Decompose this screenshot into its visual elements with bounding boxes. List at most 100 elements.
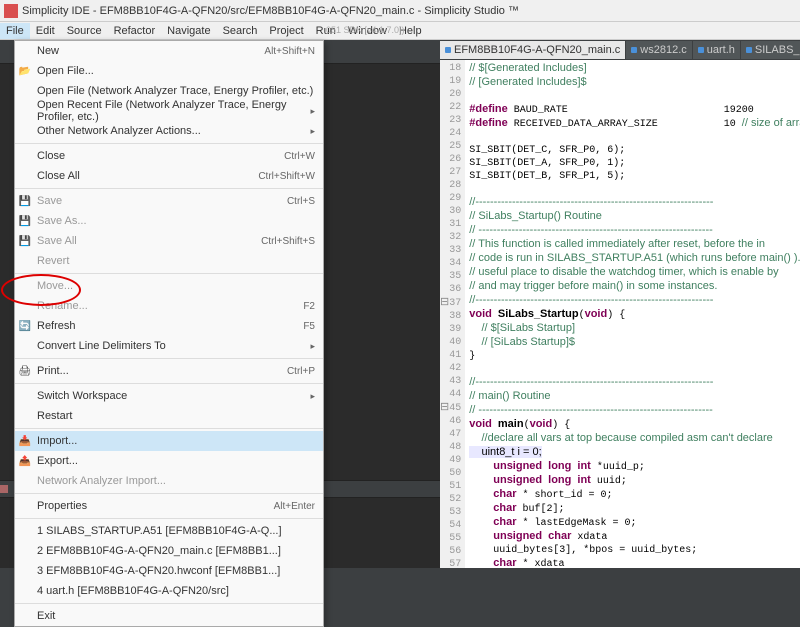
menu-icon: 🖨 [18, 364, 32, 378]
menu-item-print-[interactable]: 🖨 Print... Ctrl+P [15, 361, 323, 381]
menu-item-open-file-network-analyzer-tra[interactable]: Open File (Network Analyzer Trace, Energ… [15, 81, 323, 101]
debug-icon [0, 485, 8, 493]
menu-item-label: Restart [37, 410, 72, 422]
menu-item-close[interactable]: Close Ctrl+W [15, 146, 323, 166]
menu-item-label: Close [37, 150, 65, 162]
menu-item-label: Network Analyzer Import... [37, 475, 166, 487]
menu-item-label: Switch Workspace [37, 390, 127, 402]
title-bar: Simplicity IDE - EFM8BB10F4G-A-QFN20/src… [0, 0, 800, 22]
submenu-arrow-icon: ▸ [310, 391, 315, 402]
menu-item-label: Close All [37, 170, 80, 182]
menu-source[interactable]: Source [61, 23, 108, 39]
menu-item-label: Open File... [37, 65, 94, 77]
menu-item-label: Other Network Analyzer Actions... [37, 125, 201, 137]
menu-item-label: 1 SILABS_STARTUP.A51 [EFM8BB10F4G-A-Q...… [37, 525, 282, 537]
menu-item-open-file-[interactable]: 📂 Open File... [15, 61, 323, 81]
shortcut: F2 [303, 301, 315, 312]
menu-item-label: Move... [37, 280, 73, 292]
editor-tab[interactable]: EFM8BB10F4G-A-QFN20_main.c [440, 41, 625, 59]
menu-item-label: Properties [37, 500, 87, 512]
menu-item-convert-line-delimiters-to[interactable]: Convert Line Delimiters To ▸ [15, 336, 323, 356]
menu-item-rename-: Rename... F2 [15, 296, 323, 316]
menu-icon: 💾 [18, 194, 32, 208]
editor-tab[interactable]: ws2812.c [626, 41, 691, 59]
submenu-arrow-icon: ▸ [310, 341, 315, 352]
menu-item-label: New [37, 45, 59, 57]
menu-icon: 📥 [18, 434, 32, 448]
menu-item-open-recent-file-network-analy[interactable]: Open Recent File (Network Analyzer Trace… [15, 101, 323, 121]
menu-search[interactable]: Search [217, 23, 264, 39]
menu-item-other-network-analyzer-actions[interactable]: Other Network Analyzer Actions... ▸ [15, 121, 323, 141]
menu-item-label: Import... [37, 435, 77, 447]
menu-item-4-uart-h-efm8bb10f4g-a-qfn20-s[interactable]: 4 uart.h [EFM8BB10F4G-A-QFN20/src] [15, 581, 323, 601]
menu-item-switch-workspace[interactable]: Switch Workspace ▸ [15, 386, 323, 406]
menu-item-revert: Revert [15, 251, 323, 271]
shortcut: F5 [303, 321, 315, 332]
line-gutter: 18 19 20 22 23 24 25 26 27 28 29 30 31 3… [440, 60, 465, 568]
menu-item-label: Open File (Network Analyzer Trace, Energ… [37, 85, 313, 97]
menu-item-label: Rename... [37, 300, 88, 312]
file-icon [698, 47, 704, 53]
menu-item-1-silabs-startup-a51-efm8bb10f[interactable]: 1 SILABS_STARTUP.A51 [EFM8BB10F4G-A-Q...… [15, 521, 323, 541]
tab-label: uart.h [707, 44, 735, 56]
menu-icon: 💾 [18, 214, 32, 228]
menu-item-exit[interactable]: Exit [15, 606, 323, 626]
shortcut: Ctrl+P [287, 366, 315, 377]
menu-item-2-efm8bb10f4g-a-qfn20-main-c-e[interactable]: 2 EFM8BB10F4G-A-QFN20_main.c [EFM8BB1...… [15, 541, 323, 561]
menu-item-close-all[interactable]: Close All Ctrl+Shift+W [15, 166, 323, 186]
editor-tab[interactable]: uart.h [693, 41, 740, 59]
menu-item-label: 4 uart.h [EFM8BB10F4G-A-QFN20/src] [37, 585, 229, 597]
menu-icon: 🔄 [18, 319, 32, 333]
menu-item-properties[interactable]: Properties Alt+Enter [15, 496, 323, 516]
editor-tab[interactable]: SILABS_STARTUP.A51 [741, 41, 800, 59]
shortcut: Ctrl+S [287, 196, 315, 207]
menu-item-label: Save [37, 195, 62, 207]
shortcut: Ctrl+Shift+W [258, 171, 315, 182]
menu-item-new[interactable]: NewAlt+Shift+N [15, 41, 323, 61]
tab-label: SILABS_STARTUP.A51 [755, 44, 800, 56]
file-icon [631, 47, 637, 53]
submenu-arrow-icon: ▸ [310, 126, 315, 137]
menu-item-label: 2 EFM8BB10F4G-A-QFN20_main.c [EFM8BB1...… [37, 545, 281, 557]
sdk-label: 051 SDK [v4.1.7.0]) [326, 22, 436, 38]
menu-item-save-as-: 💾 Save As... [15, 211, 323, 231]
submenu-arrow-icon: ▸ [310, 106, 315, 117]
menu-item-save-all: 💾Save AllCtrl+Shift+S [15, 231, 323, 251]
menu-item-export-[interactable]: 📤 Export... [15, 451, 323, 471]
menu-item-label: Convert Line Delimiters To [37, 340, 166, 352]
menu-edit[interactable]: Edit [30, 23, 61, 39]
menu-item-label: Revert [37, 255, 69, 267]
menu-item-move-: Move... [15, 276, 323, 296]
menu-item-3-efm8bb10f4g-a-qfn20-hwconf-e[interactable]: 3 EFM8BB10F4G-A-QFN20.hwconf [EFM8BB1...… [15, 561, 323, 581]
tab-label: ws2812.c [640, 44, 686, 56]
menu-item-label: Exit [37, 610, 55, 622]
app-icon [4, 4, 18, 18]
menu-item-label: Open Recent File (Network Analyzer Trace… [37, 99, 310, 123]
menu-item-refresh[interactable]: 🔄 Refresh F5 [15, 316, 323, 336]
tab-label: EFM8BB10F4G-A-QFN20_main.c [454, 44, 620, 56]
code-area[interactable]: 18 19 20 22 23 24 25 26 27 28 29 30 31 3… [440, 60, 800, 568]
shortcut: Ctrl+Shift+S [261, 236, 315, 247]
window-title: Simplicity IDE - EFM8BB10F4G-A-QFN20/src… [22, 5, 519, 17]
menu-icon: 📂 [18, 64, 32, 78]
editor-tabs: EFM8BB10F4G-A-QFN20_main.c ws2812.c uart.h… [440, 40, 800, 60]
code-content[interactable]: // $[Generated Includes] // [Generated I… [465, 60, 800, 568]
menu-item-restart[interactable]: Restart [15, 406, 323, 426]
shortcut: Ctrl+W [284, 151, 315, 162]
file-icon [746, 47, 752, 53]
menu-file[interactable]: File [0, 23, 30, 39]
shortcut: Alt+Enter [274, 501, 315, 512]
file-menu-dropdown: NewAlt+Shift+N 📂 Open File... Open File (Ne… [14, 40, 324, 627]
menu-item-import-[interactable]: 📥 Import... [15, 431, 323, 451]
menu-icon: 📤 [18, 454, 32, 468]
menu-item-label: Save All [37, 235, 77, 247]
menu-project[interactable]: Project [263, 23, 309, 39]
editor-panel: EFM8BB10F4G-A-QFN20_main.c ws2812.c uart.h… [440, 40, 800, 568]
menu-refactor[interactable]: Refactor [108, 23, 162, 39]
menu-item-label: Refresh [37, 320, 76, 332]
menu-item-label: Export... [37, 455, 78, 467]
menu-item-label: Save As... [37, 215, 87, 227]
menu-navigate[interactable]: Navigate [161, 23, 216, 39]
file-icon [445, 47, 451, 53]
menu-item-label: Print... [37, 365, 69, 377]
